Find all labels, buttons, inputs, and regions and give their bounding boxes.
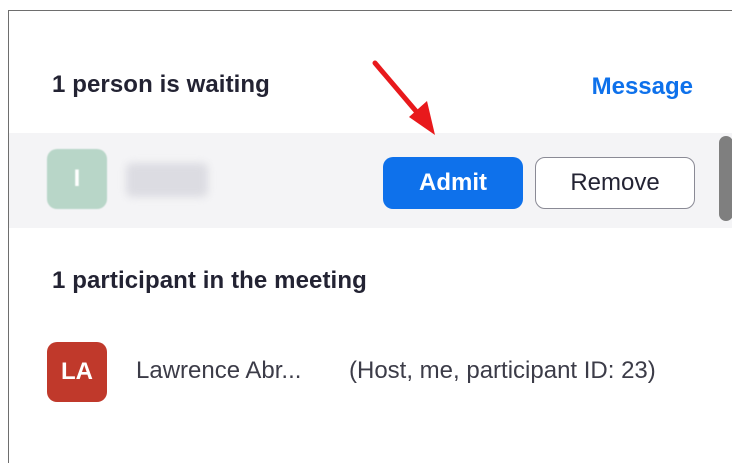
remove-button[interactable]: Remove bbox=[535, 157, 695, 209]
red-arrow-annotation-icon bbox=[372, 60, 435, 135]
waiting-person-row: I Admit Remove bbox=[9, 133, 732, 228]
participant-role-info: (Host, me, participant ID: 23) bbox=[349, 357, 656, 384]
participant-avatar: LA bbox=[47, 342, 107, 402]
waiting-person-name-redacted bbox=[126, 163, 208, 197]
participant-row[interactable]: LA Lawrence Abr... (Host, me, participan… bbox=[9, 329, 732, 402]
meeting-participants-title: 1 participant in the meeting bbox=[52, 267, 367, 294]
waiting-person-avatar: I bbox=[47, 149, 107, 209]
scrollbar-thumb[interactable] bbox=[719, 136, 732, 221]
participant-name: Lawrence Abr... bbox=[136, 357, 302, 384]
participants-panel: 1 person is waiting Message I Admit Remo… bbox=[8, 10, 732, 463]
message-button[interactable]: Message bbox=[592, 73, 693, 101]
admit-button[interactable]: Admit bbox=[383, 157, 523, 209]
waiting-room-title: 1 person is waiting bbox=[52, 71, 270, 98]
